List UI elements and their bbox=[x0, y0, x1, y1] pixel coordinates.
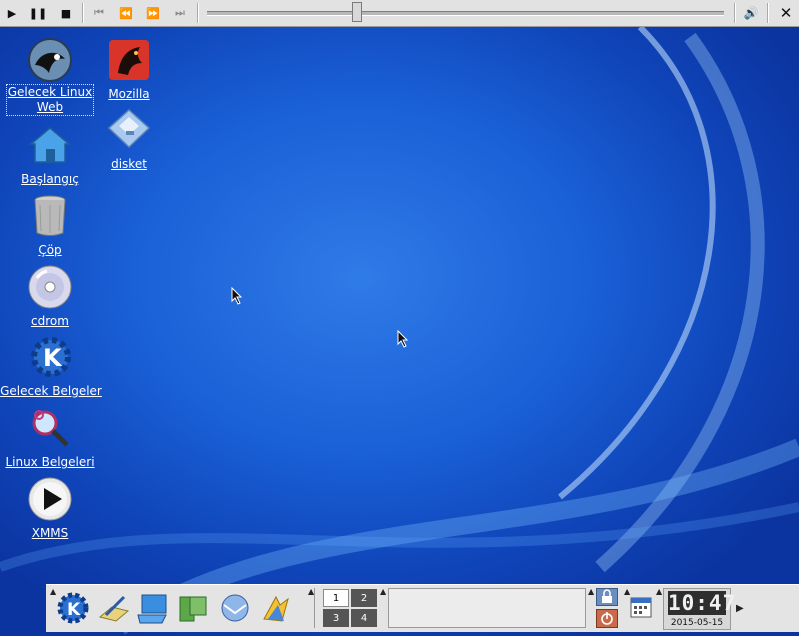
icon-label: disket bbox=[111, 157, 147, 171]
konsole-launcher[interactable] bbox=[136, 591, 170, 625]
pager-label: 2 bbox=[360, 592, 368, 604]
panel-expand-arrow-icon[interactable]: ▶ bbox=[736, 603, 744, 614]
mozilla-icon bbox=[106, 37, 152, 83]
desktop-icon-cop[interactable]: Çöp bbox=[0, 193, 100, 258]
rewind-button[interactable]: ⏪ bbox=[115, 3, 137, 23]
desktop-icon-disket[interactable]: disket bbox=[79, 107, 179, 172]
pager-desktop-1[interactable]: 1 bbox=[323, 589, 349, 607]
seek-slider-thumb[interactable] bbox=[351, 2, 362, 22]
toolbar-separator bbox=[197, 3, 199, 23]
first-track-button[interactable]: ⏮ bbox=[88, 3, 110, 23]
taskbar[interactable] bbox=[388, 588, 586, 628]
konsole-icon bbox=[137, 594, 167, 624]
desktop-icon-xmms[interactable]: XMMS bbox=[0, 476, 100, 541]
desktop-icon-linux-belgeleri[interactable]: Linux Belgeleri bbox=[0, 405, 100, 470]
last-track-button[interactable]: ⏭ bbox=[169, 3, 191, 23]
svg-text:K: K bbox=[43, 344, 63, 372]
pager-label: 3 bbox=[332, 612, 340, 624]
pager-desktop-4[interactable]: 4 bbox=[351, 609, 377, 627]
lock-icon bbox=[602, 589, 612, 603]
power-icon bbox=[601, 612, 613, 625]
icon-label: Gelecek Belgeler bbox=[0, 384, 102, 398]
skip-back-icon: ⏮ bbox=[94, 6, 104, 19]
calendar-applet[interactable] bbox=[630, 595, 652, 619]
stop-icon: ■ bbox=[60, 6, 72, 20]
kmail-launcher[interactable] bbox=[218, 591, 252, 625]
panel-arrow-icon[interactable]: ▲ bbox=[656, 587, 662, 596]
office-icon bbox=[263, 595, 289, 622]
rewind-icon: ⏪ bbox=[119, 6, 133, 20]
pager-desktop-2[interactable]: 2 bbox=[351, 589, 377, 607]
clock-time: 10:47 bbox=[668, 591, 737, 615]
panel-arrow-icon[interactable]: ▲ bbox=[380, 587, 386, 596]
clock-date: 2015-05-15 bbox=[670, 618, 724, 628]
trash-icon bbox=[27, 193, 73, 239]
kde-menu-icon: K bbox=[57, 592, 89, 624]
speaker-icon: 🔊 bbox=[743, 6, 759, 20]
stop-button[interactable]: ■ bbox=[55, 3, 77, 23]
floppy-icon bbox=[106, 107, 152, 153]
play-icon bbox=[27, 476, 73, 522]
desktop-icon-mozilla[interactable]: Mozilla bbox=[79, 37, 179, 102]
penguin-web-icon bbox=[27, 37, 73, 83]
kmail-icon bbox=[221, 594, 249, 622]
desktop-icon-cdrom[interactable]: cdrom bbox=[0, 264, 100, 329]
kfm-icon bbox=[179, 596, 207, 622]
close-button[interactable]: ✕ bbox=[775, 3, 797, 23]
icon-label: Başlangıç bbox=[21, 172, 79, 186]
toolbar-separator bbox=[734, 3, 736, 23]
kedit-icon bbox=[98, 595, 130, 622]
volume-button[interactable]: 🔊 bbox=[740, 3, 762, 23]
kfm-launcher[interactable] bbox=[176, 591, 210, 625]
kde-panel: ▲ K ▲ 1 2 3 4 ▲ ▲ ▲ ▲ 10:47 2015-05-15 ▶ bbox=[46, 584, 799, 632]
cdrom-icon bbox=[27, 264, 73, 310]
fast-forward-icon: ⏩ bbox=[146, 6, 160, 20]
mouse-cursor-icon bbox=[231, 287, 243, 305]
icon-label: Linux Belgeleri bbox=[5, 455, 95, 469]
icon-label: Web bbox=[36, 100, 64, 114]
office-launcher[interactable] bbox=[258, 591, 292, 625]
seek-slider-track[interactable] bbox=[207, 11, 724, 16]
skip-forward-icon: ⏭ bbox=[175, 6, 185, 19]
magnifier-icon bbox=[27, 405, 73, 451]
play-icon: ▶ bbox=[7, 6, 17, 20]
pager-desktop-3[interactable]: 3 bbox=[323, 609, 349, 627]
icon-label: cdrom bbox=[31, 314, 69, 328]
media-toolbar: ▶ ❚❚ ■ ⏮ ⏪ ⏩ ⏭ 🔊 ✕ bbox=[0, 0, 799, 27]
icon-label: Mozilla bbox=[108, 87, 150, 101]
pause-icon: ❚❚ bbox=[28, 6, 48, 20]
kedit-launcher[interactable] bbox=[96, 591, 130, 625]
clock-applet[interactable]: 10:47 2015-05-15 bbox=[663, 588, 737, 630]
calendar-icon bbox=[630, 597, 652, 618]
play-button[interactable]: ▶ bbox=[1, 3, 23, 23]
forward-button[interactable]: ⏩ bbox=[142, 3, 164, 23]
home-icon bbox=[27, 122, 73, 168]
pause-button[interactable]: ❚❚ bbox=[27, 3, 49, 23]
panel-separator bbox=[314, 588, 315, 628]
svg-text:K: K bbox=[67, 600, 81, 620]
icon-label: Çöp bbox=[38, 243, 62, 257]
kde-gear-icon: K bbox=[28, 334, 74, 380]
mouse-cursor-icon bbox=[397, 330, 409, 348]
lock-screen-button[interactable] bbox=[596, 588, 618, 606]
kde-menu-button[interactable]: K bbox=[56, 591, 90, 625]
logout-button[interactable] bbox=[596, 609, 618, 628]
pager-label: 4 bbox=[360, 612, 368, 624]
icon-label: XMMS bbox=[31, 526, 69, 540]
close-icon: ✕ bbox=[779, 4, 793, 22]
desktop-icon-gelecek-belgeler[interactable]: K Gelecek Belgeler bbox=[0, 334, 102, 399]
toolbar-separator bbox=[82, 3, 84, 23]
pager-label: 1 bbox=[332, 592, 340, 604]
toolbar-separator bbox=[767, 3, 769, 23]
desktop-background[interactable]: Gelecek Linux Web Mozilla Başlangıç diske… bbox=[0, 27, 799, 636]
panel-arrow-icon[interactable]: ▲ bbox=[588, 587, 594, 596]
